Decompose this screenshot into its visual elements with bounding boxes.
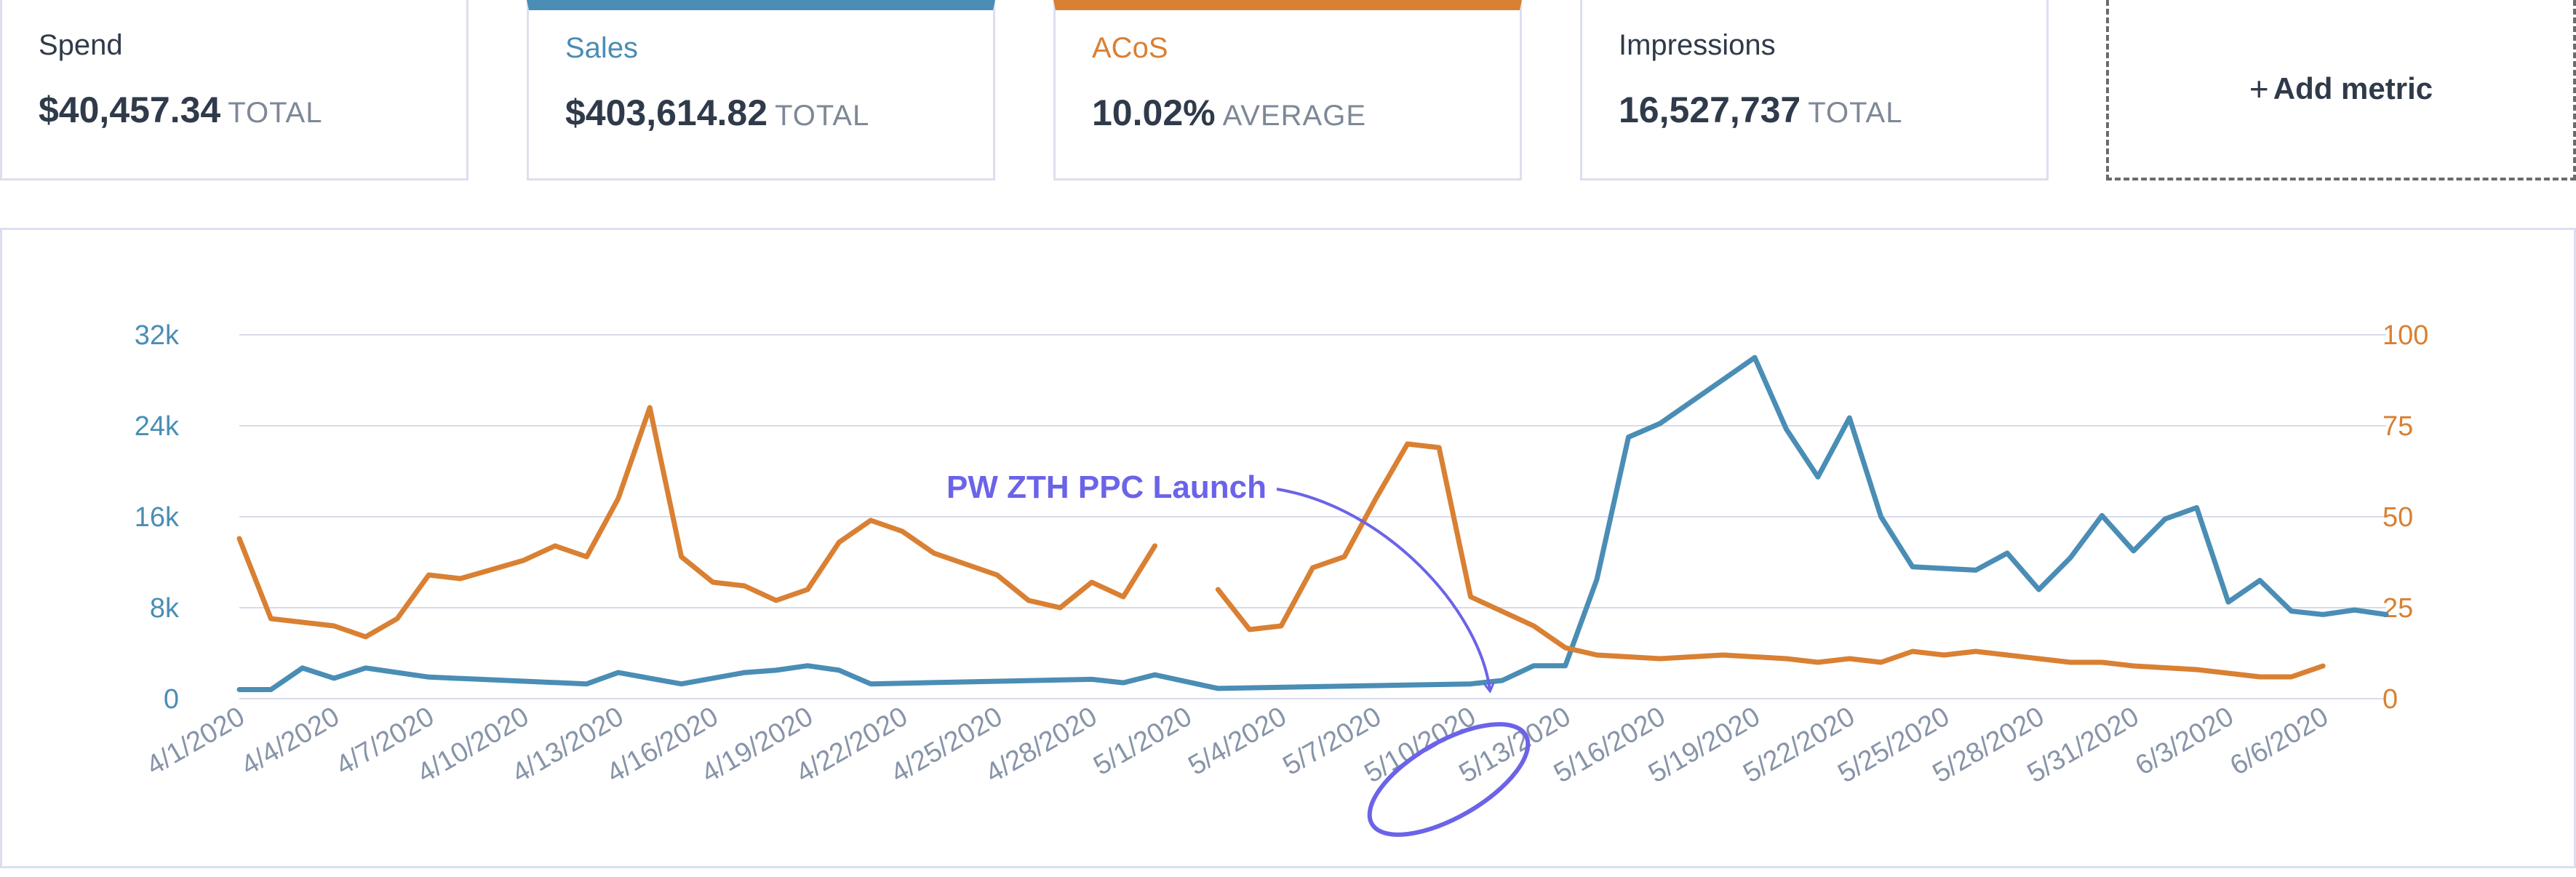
y-right-tick-label: 25	[2382, 593, 2413, 624]
metric-suffix: TOTAL	[1808, 97, 1903, 129]
x-tick-label: 6/6/2020	[2225, 701, 2334, 781]
metric-value: 16,527,737	[1619, 90, 1801, 130]
chart-panel: 0 0 8k 25 16k 50 24k 75 32k 100 4/1/2020 4/4/2020 4/…	[0, 228, 2576, 868]
acos-line-segment	[236, 405, 1157, 640]
metric-card-sales[interactable]: Sales $403,614.82 TOTAL	[527, 0, 995, 180]
sales-line	[236, 354, 2389, 692]
annotation-arrow	[1276, 488, 1490, 690]
metric-value: $403,614.82	[565, 92, 768, 133]
metric-card-acos[interactable]: ACoS 10.02% AVERAGE	[1053, 0, 1522, 180]
y-left-tick-label: 0	[164, 684, 179, 715]
x-tick-label: 4/1/2020	[141, 701, 250, 781]
metric-label: Impressions	[1619, 29, 1776, 61]
y-left-tick-label: 24k	[135, 411, 180, 442]
metric-value-row: 16,527,737 TOTAL	[1619, 89, 1902, 131]
metric-suffix: TOTAL	[775, 100, 870, 132]
add-metric-label: Add metric	[2273, 71, 2433, 106]
metric-suffix: AVERAGE	[1222, 100, 1367, 132]
metric-value-row: 10.02% AVERAGE	[1092, 92, 1366, 134]
x-tick-label: 5/1/2020	[1088, 701, 1197, 781]
y-right-tick-label: 50	[2382, 502, 2413, 533]
metric-card-impressions[interactable]: Impressions 16,527,737 TOTAL	[1580, 0, 2049, 180]
performance-chart: 0 08k 2516k 5024k 7532k 1004/1/20204/4/20204/…	[135, 320, 2428, 837]
plus-icon: +	[2249, 70, 2269, 108]
y-left-tick-label: 32k	[135, 320, 180, 351]
y-left-tick-label: 16k	[135, 502, 180, 533]
metric-value: 10.02%	[1092, 92, 1216, 133]
x-tick-label: 6/3/2020	[2130, 701, 2238, 781]
metric-value-row: $40,457.34 TOTAL	[39, 89, 322, 131]
metric-value: $40,457.34	[39, 90, 221, 130]
add-metric-button[interactable]: + Add metric	[2106, 0, 2576, 180]
y-right-tick-label: 0	[2382, 684, 2398, 715]
x-tick-label: 5/4/2020	[1183, 701, 1291, 781]
metric-value-row: $403,614.82 TOTAL	[565, 92, 869, 134]
metric-label: ACoS	[1092, 32, 1168, 64]
annotation-label: PW ZTH PPC Launch	[946, 469, 1267, 505]
y-right-tick-label: 75	[2382, 411, 2413, 442]
metric-label: Sales	[565, 32, 639, 64]
y-left-tick-label: 8k	[150, 593, 180, 624]
metric-card-spend[interactable]: Spend $40,457.34 TOTAL	[0, 0, 468, 180]
acos-line-segment	[1215, 441, 2326, 680]
metric-suffix: TOTAL	[228, 97, 323, 129]
y-right-tick-label: 100	[2382, 320, 2428, 351]
metric-label: Spend	[39, 29, 123, 61]
x-tick-label: 4/4/2020	[236, 701, 345, 781]
